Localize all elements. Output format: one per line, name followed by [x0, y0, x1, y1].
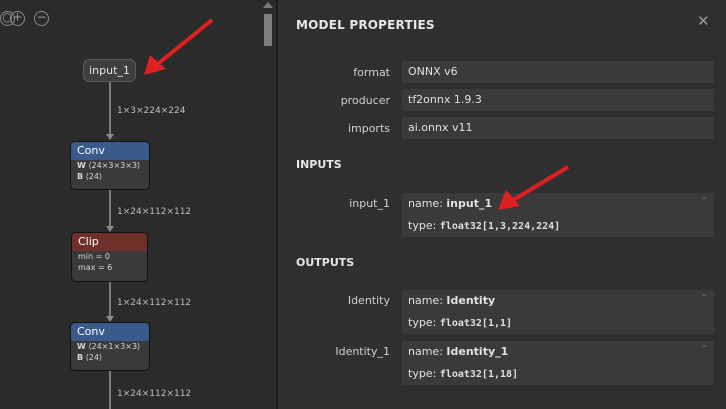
edge-line: [109, 371, 111, 409]
scroll-thumb[interactable]: [264, 14, 272, 46]
edge-label: 1×3×224×224: [117, 106, 186, 116]
expand-toggle[interactable]: -: [702, 341, 706, 352]
graph-view[interactable]: ○ + − input_1 1×3×224×224 Conv W ⟨24×3×3…: [0, 0, 276, 409]
node-attr: W ⟨24×1×3×3⟩: [77, 342, 141, 351]
zoom-in-icon[interactable]: +: [10, 11, 25, 26]
property-value: ONNX v6: [402, 61, 714, 83]
close-icon[interactable]: ✕: [697, 12, 710, 30]
inputs-heading: INPUTS: [296, 158, 342, 171]
argument-type: type: float32[1,18]: [408, 367, 519, 380]
edge-line: [109, 282, 111, 317]
property-label: imports: [347, 122, 390, 135]
node-attr: min = 0: [78, 252, 110, 261]
annotation-arrow-icon: [498, 165, 570, 210]
annotation-arrow-icon: [144, 18, 214, 75]
clip-node[interactable]: Clip min = 0 max = 6: [71, 232, 148, 282]
edge-arrow-icon: [106, 134, 114, 140]
conv-node[interactable]: Conv W ⟨24×1×3×3⟩ B ⟨24⟩: [70, 322, 150, 371]
property-value: tf2onnx 1.9.3: [402, 89, 714, 111]
output-argument[interactable]: name: Identity_1 type: float32[1,18] -: [402, 341, 714, 385]
property-value: ai.onnx v11: [402, 117, 714, 139]
node-attr: B ⟨24⟩: [77, 353, 103, 362]
argument-type: type: float32[1,1]: [408, 316, 513, 329]
node-attr: max = 6: [78, 263, 113, 272]
node-title: Conv: [71, 323, 149, 341]
argument-name: name: Identity: [408, 294, 496, 307]
input-node[interactable]: input_1: [83, 59, 136, 82]
argument-name: name: Identity_1: [408, 345, 509, 358]
model-properties-panel: MODEL PROPERTIES ✕ format ONNX v6 produc…: [278, 0, 726, 409]
conv-node[interactable]: Conv W ⟨24×3×3×3⟩ B ⟨24⟩: [70, 141, 150, 190]
graph-scrollbar[interactable]: [262, 0, 274, 409]
output-argument[interactable]: name: Identity type: float32[1,1] -: [402, 290, 714, 334]
property-label: format: [353, 66, 390, 79]
panel-title: MODEL PROPERTIES: [296, 18, 435, 32]
outputs-heading: OUTPUTS: [296, 256, 355, 269]
output-label: Identity: [347, 294, 390, 307]
zoom-out-icon[interactable]: −: [34, 11, 49, 26]
node-title: Conv: [71, 142, 149, 160]
input-label: input_1: [349, 197, 390, 210]
scroll-up-icon[interactable]: [263, 2, 273, 8]
edge-line: [109, 190, 111, 227]
edge-label: 1×24×112×112: [117, 207, 192, 217]
property-label: producer: [340, 94, 390, 107]
node-attr: W ⟨24×3×3×3⟩: [77, 161, 141, 170]
expand-toggle[interactable]: -: [702, 290, 706, 301]
edge-line: [109, 82, 111, 135]
edge-label: 1×24×112×112: [117, 298, 192, 308]
expand-toggle[interactable]: -: [702, 193, 706, 204]
node-attr: B ⟨24⟩: [77, 172, 103, 181]
edge-label: 1×24×112×112: [117, 389, 192, 399]
output-label: Identity_1: [335, 345, 390, 358]
node-title: Clip: [72, 233, 147, 251]
